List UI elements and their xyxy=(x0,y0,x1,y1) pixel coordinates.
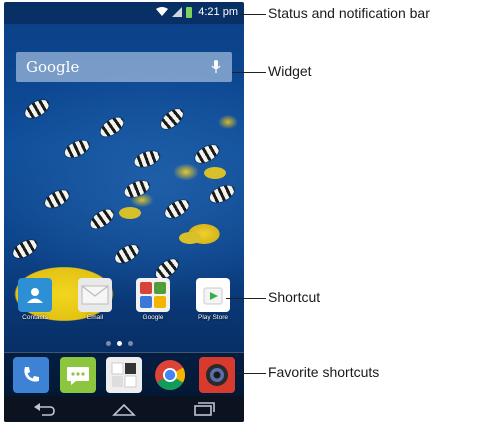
wallpaper-fish xyxy=(87,205,117,233)
shortcut-play-store[interactable]: Play Store xyxy=(190,278,236,321)
wallpaper-fish xyxy=(132,147,162,171)
recent-apps-icon[interactable] xyxy=(192,402,216,416)
phone-screen: 4:21 pm Google Contacts Email Google Pla… xyxy=(4,2,244,422)
wallpaper-fish xyxy=(122,177,152,201)
wallpaper-fish xyxy=(179,232,201,244)
wallpaper-fish xyxy=(10,236,40,262)
page-dot-active[interactable] xyxy=(117,341,122,346)
callout-status: Status and notification bar xyxy=(268,5,430,21)
callout-shortcut: Shortcut xyxy=(268,289,321,305)
shortcut-email[interactable]: Email xyxy=(72,278,118,321)
shortcut-label: Email xyxy=(86,314,104,321)
google-search-label: Google xyxy=(26,58,80,76)
wifi-icon xyxy=(156,7,169,16)
phone-icon[interactable] xyxy=(13,356,50,393)
home-icon[interactable] xyxy=(112,402,136,416)
wallpaper-fish xyxy=(207,182,237,206)
page-dot[interactable] xyxy=(128,341,133,346)
shortcut-label: Play Store xyxy=(198,314,228,321)
wallpaper-fish xyxy=(157,105,187,133)
wallpaper-fish xyxy=(162,196,192,222)
callout-line-favorites xyxy=(238,373,266,374)
messaging-icon[interactable] xyxy=(59,356,96,393)
camera-icon[interactable] xyxy=(198,356,235,393)
back-icon[interactable] xyxy=(32,402,56,416)
shortcut-label: Google xyxy=(142,314,164,321)
email-icon xyxy=(78,278,112,312)
wallpaper-fish xyxy=(204,167,226,179)
wallpaper-fish xyxy=(119,207,141,219)
favorites-dock xyxy=(4,352,244,396)
status-time: 4:21 pm xyxy=(198,6,238,18)
navigation-bar xyxy=(4,396,244,422)
google-search-widget[interactable]: Google xyxy=(16,52,232,82)
shortcut-google-folder[interactable]: Google xyxy=(130,278,176,321)
page-dot[interactable] xyxy=(106,341,111,346)
wallpaper-fish xyxy=(112,241,142,267)
callout-line-status xyxy=(240,14,266,15)
play-store-icon xyxy=(196,278,230,312)
google-folder-icon xyxy=(136,278,170,312)
shortcut-label: Contacts xyxy=(22,314,48,321)
chrome-icon[interactable] xyxy=(152,357,188,393)
wallpaper-fish xyxy=(22,96,52,122)
status-bar[interactable]: 4:21 pm xyxy=(4,2,244,24)
app-drawer-icon[interactable] xyxy=(105,356,142,393)
wallpaper-fish xyxy=(97,113,127,141)
shortcut-contacts[interactable]: Contacts xyxy=(12,278,58,321)
callout-favorites: Favorite shortcuts xyxy=(268,364,380,380)
contacts-icon xyxy=(18,278,52,312)
callout-line-shortcut xyxy=(226,298,266,299)
wallpaper-fish xyxy=(62,137,92,161)
signal-icon xyxy=(172,7,183,17)
callout-line-widget xyxy=(232,72,266,73)
wallpaper-fish xyxy=(42,186,72,212)
wallpaper-fish xyxy=(192,141,222,167)
mic-icon[interactable] xyxy=(210,59,222,75)
battery-icon xyxy=(186,6,193,18)
callout-widget: Widget xyxy=(268,63,312,79)
page-indicator xyxy=(106,341,133,346)
